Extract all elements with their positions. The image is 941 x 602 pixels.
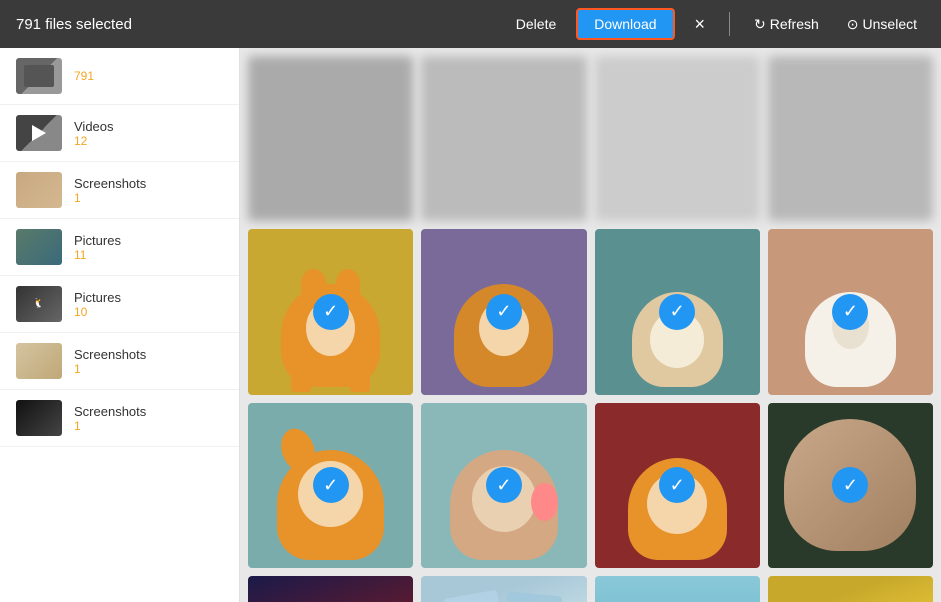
sidebar-info-screenshots2: Screenshots 1	[74, 347, 223, 376]
sidebar-item-pictures11[interactable]: Pictures 11	[0, 219, 239, 276]
grid-item[interactable]: ✓	[595, 403, 760, 568]
check-badge: ✓	[313, 294, 349, 330]
sidebar-thumb-pictures10: 🐧	[16, 286, 62, 322]
grid-item[interactable]: ✓	[421, 403, 586, 568]
sidebar-info-videos: Videos 12	[74, 119, 223, 148]
grid-item[interactable]: ✓	[248, 403, 413, 568]
check-badge: ✓	[659, 294, 695, 330]
grid-item[interactable]: ✓	[421, 229, 586, 394]
check-badge: ✓	[486, 467, 522, 503]
refresh-button[interactable]: ↻ Refresh	[746, 12, 827, 37]
sidebar-thumb-videos	[16, 115, 62, 151]
image-grid: ✓ ✓ ✓	[248, 56, 933, 602]
download-button[interactable]: Download	[576, 8, 674, 40]
sidebar: 791 Videos 12 Screenshots 1 Pictu	[0, 48, 240, 602]
sidebar-count-pictures10: 10	[74, 305, 223, 319]
grid-item[interactable]	[595, 56, 760, 221]
sidebar-info-all: 791	[74, 69, 223, 83]
sidebar-count-screenshots3: 1	[74, 419, 223, 433]
grid-item[interactable]: ✓	[768, 229, 933, 394]
sidebar-item-screenshots3[interactable]: Screenshots 1	[0, 390, 239, 447]
sidebar-item-pictures10[interactable]: 🐧 Pictures 10	[0, 276, 239, 333]
grid-item[interactable]: ✓	[595, 576, 760, 602]
sidebar-info-pictures11: Pictures 11	[74, 233, 223, 262]
sidebar-thumb-pictures11	[16, 229, 62, 265]
sidebar-info-screenshots1: Screenshots 1	[74, 176, 223, 205]
grid-item[interactable]: ✓	[595, 229, 760, 394]
divider	[729, 12, 730, 36]
sidebar-label-pictures10: Pictures	[74, 290, 223, 305]
selection-count: 791 files selected	[16, 16, 492, 33]
sidebar-label-pictures11: Pictures	[74, 233, 223, 248]
sidebar-label-screenshots1: Screenshots	[74, 176, 223, 191]
unselect-button[interactable]: ⊙ Unselect	[839, 12, 925, 37]
sidebar-thumb-screenshots3	[16, 400, 62, 436]
grid-item[interactable]: ✓	[768, 403, 933, 568]
grid-item[interactable]: 100FINEGOLD ✓	[768, 576, 933, 602]
sidebar-info-pictures10: Pictures 10	[74, 290, 223, 319]
delete-button[interactable]: Delete	[508, 12, 564, 36]
sidebar-count-screenshots2: 1	[74, 362, 223, 376]
grid-item[interactable]	[248, 56, 413, 221]
sidebar-count-pictures11: 11	[74, 248, 223, 262]
sidebar-item-all[interactable]: 791	[0, 48, 239, 105]
grid-area: ✓ ✓ ✓	[240, 48, 941, 602]
sidebar-info-screenshots3: Screenshots 1	[74, 404, 223, 433]
sidebar-item-screenshots2[interactable]: Screenshots 1	[0, 333, 239, 390]
sidebar-count-videos: 12	[74, 134, 223, 148]
sidebar-thumb-screenshots1	[16, 172, 62, 208]
sidebar-label-screenshots3: Screenshots	[74, 404, 223, 419]
sidebar-count-screenshots1: 1	[74, 191, 223, 205]
grid-item[interactable]: ✓	[248, 229, 413, 394]
grid-item[interactable]: ✓	[248, 576, 413, 602]
check-badge: ✓	[659, 467, 695, 503]
sidebar-item-screenshots1[interactable]: Screenshots 1	[0, 162, 239, 219]
main-area: 791 Videos 12 Screenshots 1 Pictu	[0, 48, 941, 602]
close-button[interactable]: ×	[687, 10, 714, 39]
top-bar-actions: Delete Download × ↻ Refresh ⊙ Unselect	[508, 8, 925, 40]
sidebar-count-all: 791	[74, 69, 223, 83]
check-badge: ✓	[832, 467, 868, 503]
top-bar: 791 files selected Delete Download × ↻ R…	[0, 0, 941, 48]
grid-item[interactable]	[421, 56, 586, 221]
check-badge: ✓	[313, 467, 349, 503]
refresh-icon: ↻	[754, 16, 766, 33]
grid-item[interactable]: ✓	[421, 576, 586, 602]
sidebar-item-videos[interactable]: Videos 12	[0, 105, 239, 162]
sidebar-thumb-screenshots2	[16, 343, 62, 379]
feather-illustration	[611, 592, 743, 602]
grid-item[interactable]	[768, 56, 933, 221]
sidebar-label-screenshots2: Screenshots	[74, 347, 223, 362]
sidebar-label-videos: Videos	[74, 119, 223, 134]
unselect-icon: ⊙	[847, 16, 859, 33]
check-badge: ✓	[832, 294, 868, 330]
check-badge: ✓	[486, 294, 522, 330]
sidebar-thumb-all	[16, 58, 62, 94]
